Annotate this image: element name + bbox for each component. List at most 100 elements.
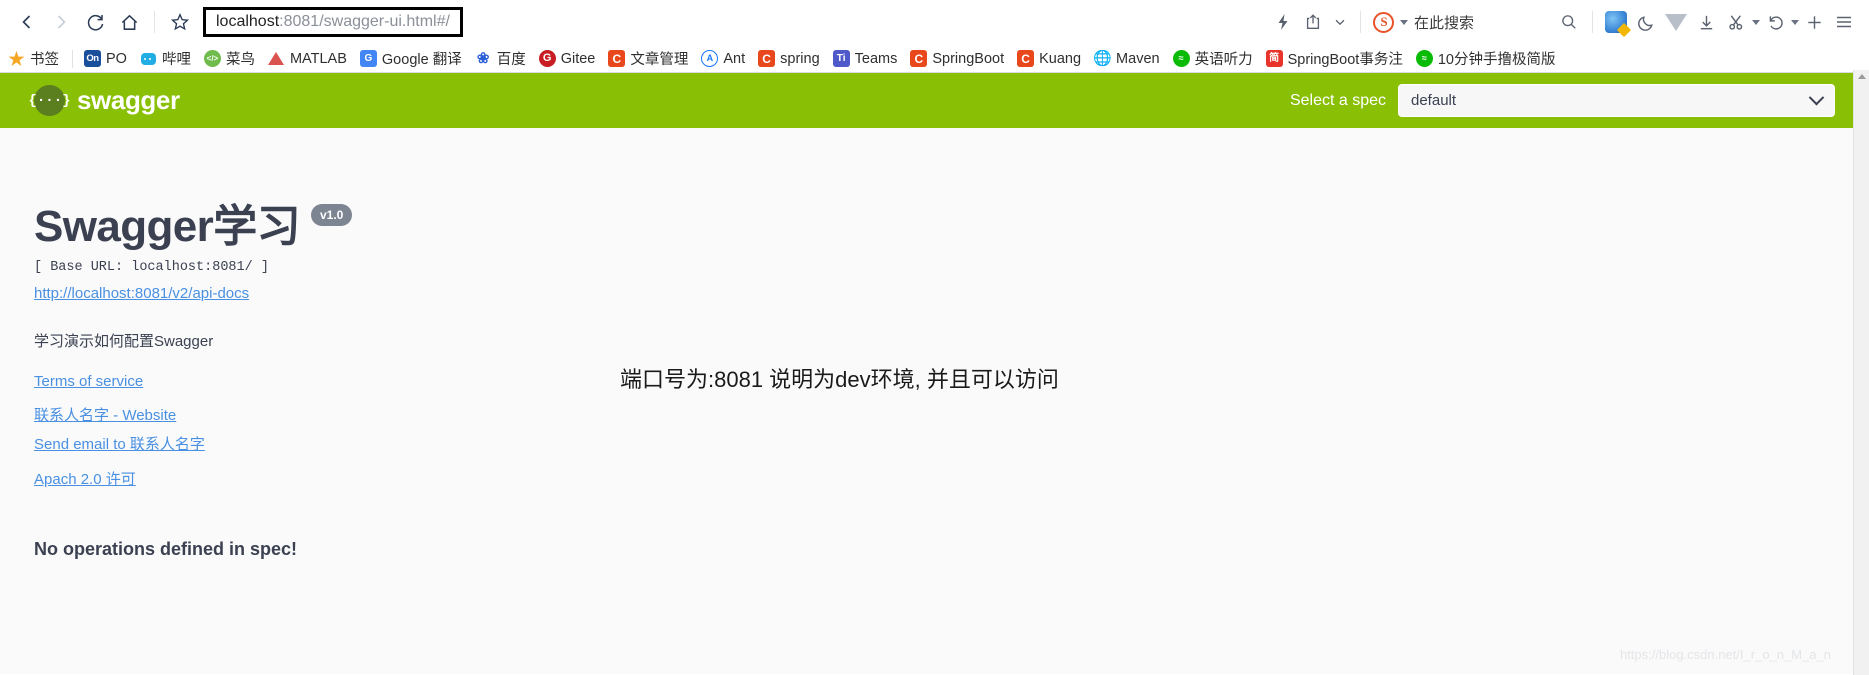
bookmark-item[interactable]: ❀ 百度 <box>475 48 526 69</box>
api-docs-link[interactable]: http://localhost:8081/v2/api-docs <box>34 285 249 302</box>
annotation-text: 端口号为:8081 说明为dev环境, 并且可以访问 <box>620 362 1059 394</box>
translate-icon[interactable] <box>1601 7 1631 37</box>
sogou-search-icon[interactable]: S <box>1369 7 1399 37</box>
bookmark-label: 英语听力 <box>1194 52 1253 68</box>
bookmark-label: Kuang <box>1039 50 1082 67</box>
bookmark-label: 菜鸟 <box>225 52 255 68</box>
bookmark-item[interactable]: A Ant <box>701 50 745 67</box>
bilibili-icon <box>139 50 157 67</box>
bookmark-label: SpringBoot事务注 <box>1287 52 1403 68</box>
bookmark-label: 哔哩 <box>161 52 191 68</box>
bookmark-item[interactable]: C SpringBoot <box>910 50 1004 67</box>
jianshu-icon: 简 <box>1265 50 1283 67</box>
csdn-icon: C <box>910 50 928 67</box>
bookmark-divider <box>72 49 73 68</box>
bookmark-item[interactable]: C 文章管理 <box>608 48 688 69</box>
runoob-icon: </> <box>203 50 221 67</box>
page-title-row: Swagger学习 v1.0 <box>34 128 1835 254</box>
contact-website-link[interactable]: 联系人名字 - Website <box>34 404 1835 425</box>
bookmark-item[interactable]: 哔哩 <box>139 48 191 69</box>
bookmark-label: PO <box>106 50 127 67</box>
spec-select-dropdown[interactable]: default <box>1398 84 1835 117</box>
bookmarks-bar: ★ 书签 On PO 哔哩 </> 菜鸟 MATLAB G Google 翻译 ❀ 百度 G Gitee C… <box>0 45 1869 73</box>
bookmark-label: Ant <box>723 50 746 67</box>
home-button[interactable] <box>112 5 146 39</box>
bookmark-label: Gitee <box>560 50 596 67</box>
lightning-icon[interactable] <box>1268 7 1298 37</box>
gitee-icon: G <box>538 50 556 67</box>
browser-toolbar: localhost:8081/swagger-ui.html#/ S 在此搜索 <box>0 0 1869 45</box>
toolbar-divider <box>154 11 155 33</box>
scrollbar-up-arrow-icon[interactable] <box>1858 74 1866 79</box>
wechat-icon: ≈ <box>1415 50 1433 67</box>
bookmark-label: 书签 <box>30 52 59 68</box>
download-icon[interactable] <box>1691 7 1721 37</box>
address-bar[interactable]: localhost:8081/swagger-ui.html#/ <box>203 7 463 37</box>
bookmark-item[interactable]: ≈ 英语听力 <box>1172 48 1253 69</box>
bookmark-item[interactable]: ≈10分钟手撸极简版 <box>1415 48 1556 69</box>
matlab-icon <box>267 50 285 67</box>
contact-email-link[interactable]: Send email to 联系人名字 <box>34 433 1835 454</box>
browser-window: localhost:8081/swagger-ui.html#/ S 在此搜索 <box>0 0 1869 675</box>
reload-button[interactable] <box>78 5 112 39</box>
swagger-logo-text: swagger <box>77 85 180 115</box>
vimeo-v-icon[interactable] <box>1661 7 1691 37</box>
csdn-icon: C <box>608 50 626 67</box>
swagger-braces-icon: {···} <box>29 85 71 116</box>
bookmark-item[interactable]: 🌐 Maven <box>1094 50 1160 67</box>
moon-icon[interactable] <box>1631 7 1661 37</box>
base-url-text: [ Base URL: localhost:8081/ ] <box>34 260 269 275</box>
bookmark-item[interactable]: On PO <box>84 50 127 67</box>
bookmark-item[interactable]: ★ 书签 <box>8 48 59 69</box>
bookmark-item[interactable]: Cspring <box>758 50 820 67</box>
menu-icon[interactable] <box>1829 7 1859 37</box>
search-engine-caret-icon[interactable] <box>1399 19 1408 25</box>
back-button[interactable] <box>10 5 44 39</box>
swagger-topbar: {···} swagger Select a spec default <box>0 73 1869 128</box>
annotation-label: 端口号为:8081 说明为dev环境, 并且可以访问 <box>620 367 1059 392</box>
plus-icon[interactable] <box>1799 7 1829 37</box>
bookmark-label: spring <box>780 50 820 67</box>
page-title: Swagger学习 <box>34 202 301 251</box>
license-link[interactable]: Apach 2.0 许可 <box>34 468 1835 489</box>
share-icon[interactable] <box>1298 7 1328 37</box>
onenote-icon: On <box>84 50 101 67</box>
scissors-icon[interactable] <box>1721 7 1751 37</box>
undo-icon[interactable] <box>1760 7 1790 37</box>
bookmark-item[interactable]: C Kuang <box>1017 50 1081 67</box>
no-operations-message: No operations defined in spec! <box>34 539 298 559</box>
bookmark-label: Maven <box>1116 50 1160 67</box>
csdn-icon: C <box>1017 50 1035 67</box>
bookmark-label: SpringBoot <box>932 50 1005 67</box>
bookmark-item[interactable]: G Gitee <box>538 50 596 67</box>
teams-icon: Ti <box>832 50 850 67</box>
address-bar-text: localhost:8081/swagger-ui.html#/ <box>216 13 450 30</box>
star-icon: ★ <box>8 50 25 67</box>
page-scrollbar[interactable] <box>1853 70 1869 675</box>
bookmark-label: 百度 <box>496 52 526 68</box>
toolbar-search-input[interactable]: 在此搜索 <box>1414 12 1474 33</box>
bookmark-item[interactable]: </> 菜鸟 <box>203 48 255 69</box>
bookmark-item[interactable]: G Google 翻译 <box>359 48 462 69</box>
chevron-down-icon <box>1808 89 1825 106</box>
bookmark-label: Teams <box>854 50 898 67</box>
search-icon[interactable] <box>1554 7 1584 37</box>
google-translate-icon: G <box>359 50 377 67</box>
bookmark-label: 10分钟手撸极简版 <box>1437 52 1556 68</box>
bookmark-item[interactable]: 简 SpringBoot事务注 <box>1265 48 1403 69</box>
bookmark-star-icon[interactable] <box>163 5 197 39</box>
toolbar-divider-3 <box>1592 11 1593 33</box>
globe-icon: 🌐 <box>1094 50 1112 67</box>
scissors-caret-icon[interactable] <box>1752 19 1760 25</box>
bookmark-label: 文章管理 <box>630 52 689 68</box>
bookmark-label: MATLAB <box>289 50 347 67</box>
toolbar-divider-2 <box>1359 11 1361 33</box>
chevron-down-icon[interactable] <box>1328 7 1352 37</box>
bookmark-item[interactable]: Ti Teams <box>832 50 898 67</box>
undo-caret-icon[interactable] <box>1791 19 1799 25</box>
bookmark-item[interactable]: MATLAB <box>267 50 347 67</box>
swagger-logo[interactable]: {···} swagger <box>29 85 180 116</box>
sogou-badge: S <box>1373 11 1395 33</box>
forward-button[interactable] <box>44 5 78 39</box>
spec-select-value: default <box>1411 92 1457 109</box>
